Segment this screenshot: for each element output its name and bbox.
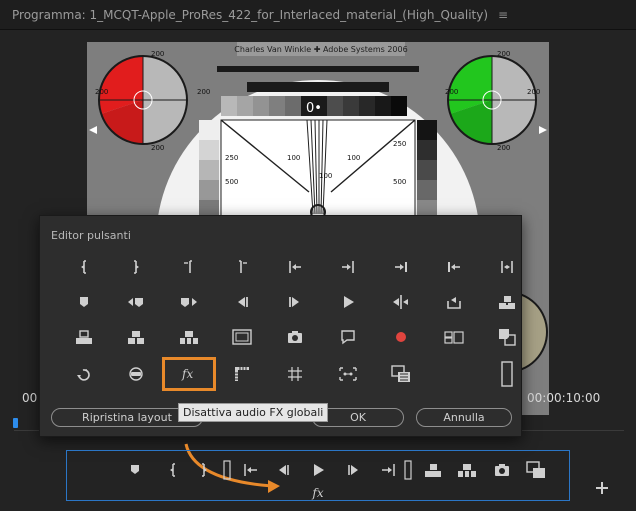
- panel-title[interactable]: Programma: 1_MCQT-Apple_ProRes_422_for_I…: [12, 8, 488, 22]
- svg-text:100: 100: [319, 172, 332, 180]
- svg-text:100: 100: [287, 154, 300, 162]
- credit-text: Charles Van Winkle ✚ Adobe Systems 2006: [234, 45, 407, 54]
- svg-text:200: 200: [95, 88, 108, 96]
- overwrite-icon[interactable]: [163, 323, 215, 351]
- svg-text:200: 200: [445, 88, 458, 96]
- go-to-next-marker-icon[interactable]: [110, 288, 162, 316]
- svg-text:100: 100: [347, 154, 360, 162]
- svg-text:200: 200: [197, 88, 210, 96]
- timecode-start[interactable]: 00: [22, 391, 37, 405]
- trim-icon[interactable]: [375, 288, 427, 316]
- go-to-in-icon[interactable]: [269, 253, 321, 281]
- step-forward-icon[interactable]: [341, 458, 367, 482]
- add-marker-icon[interactable]: [58, 288, 110, 316]
- mark-in-icon[interactable]: [58, 253, 110, 281]
- timecode-end[interactable]: 00:00:10:00: [527, 391, 600, 405]
- step-back-icon[interactable]: [270, 458, 296, 482]
- playhead-handle[interactable]: [13, 418, 18, 428]
- overwrite-icon[interactable]: [454, 458, 480, 482]
- extract-icon[interactable]: [110, 323, 162, 351]
- add-button-icon[interactable]: [594, 480, 610, 496]
- compare-icon[interactable]: [481, 323, 533, 351]
- comment-icon[interactable]: [322, 323, 374, 351]
- mark-clip-in-icon[interactable]: [163, 253, 215, 281]
- svg-text:fx: fx: [181, 367, 193, 381]
- vr-video-icon[interactable]: [110, 360, 162, 388]
- lift-icon[interactable]: [58, 323, 110, 351]
- svg-text:500: 500: [225, 178, 238, 186]
- show-rulers-icon[interactable]: [216, 360, 268, 388]
- show-guides-icon[interactable]: [269, 360, 321, 388]
- go-to-out-icon[interactable]: [322, 253, 374, 281]
- spacer-icon[interactable]: [481, 360, 533, 388]
- step-back-icon[interactable]: [216, 288, 268, 316]
- panel-title-bar: Programma: 1_MCQT-Apple_ProRes_422_for_I…: [0, 0, 636, 30]
- multi-camera-icon[interactable]: [428, 323, 480, 351]
- play-icon[interactable]: [305, 458, 331, 482]
- snap-icon[interactable]: [322, 360, 374, 388]
- step-forward-icon[interactable]: [269, 288, 321, 316]
- go-to-next-edit-icon[interactable]: [375, 253, 427, 281]
- fx-icon[interactable]: fx: [305, 481, 331, 505]
- svg-text:200: 200: [151, 50, 164, 58]
- fx-icon[interactable]: fx: [162, 357, 216, 391]
- svg-text:200: 200: [527, 88, 540, 96]
- add-marker-icon[interactable]: [122, 458, 148, 482]
- transport-controls-bar: fx: [66, 450, 570, 501]
- go-to-previous-edit-icon[interactable]: [428, 253, 480, 281]
- svg-text:250: 250: [393, 140, 406, 148]
- svg-text:250: 250: [225, 154, 238, 162]
- insert-icon[interactable]: [481, 288, 533, 316]
- mark-out-icon[interactable]: [110, 253, 162, 281]
- spacer-icon[interactable]: [214, 458, 240, 482]
- safe-margins-icon[interactable]: [216, 323, 268, 351]
- mark-clip-out-icon[interactable]: [216, 253, 268, 281]
- cancel-button[interactable]: Annulla: [416, 408, 512, 427]
- panel-menu-icon[interactable]: ≡: [498, 8, 508, 22]
- proxy-icon[interactable]: [375, 360, 427, 388]
- clear-in-out-icon[interactable]: [481, 253, 533, 281]
- mark-in-icon[interactable]: [160, 458, 186, 482]
- record-icon[interactable]: [375, 323, 427, 351]
- proxy-icon[interactable]: [523, 458, 549, 482]
- svg-text:200: 200: [497, 144, 510, 152]
- tooltip: Disattiva audio FX globali: [178, 403, 329, 422]
- dialog-title: Editor pulsanti: [51, 229, 131, 242]
- camera-icon[interactable]: [269, 323, 321, 351]
- insert-icon[interactable]: [420, 458, 446, 482]
- go-to-previous-marker-icon[interactable]: [163, 288, 215, 316]
- camera-icon[interactable]: [489, 458, 515, 482]
- go-to-in-icon[interactable]: [238, 458, 264, 482]
- svg-text:200: 200: [497, 50, 510, 58]
- spacer-icon[interactable]: [395, 458, 421, 482]
- svg-text:200: 200: [151, 144, 164, 152]
- export-frame-icon[interactable]: [428, 288, 480, 316]
- play-icon[interactable]: [322, 288, 374, 316]
- svg-text:500: 500: [393, 178, 406, 186]
- readout-text: 0•: [306, 101, 322, 116]
- loop-icon[interactable]: [58, 360, 110, 388]
